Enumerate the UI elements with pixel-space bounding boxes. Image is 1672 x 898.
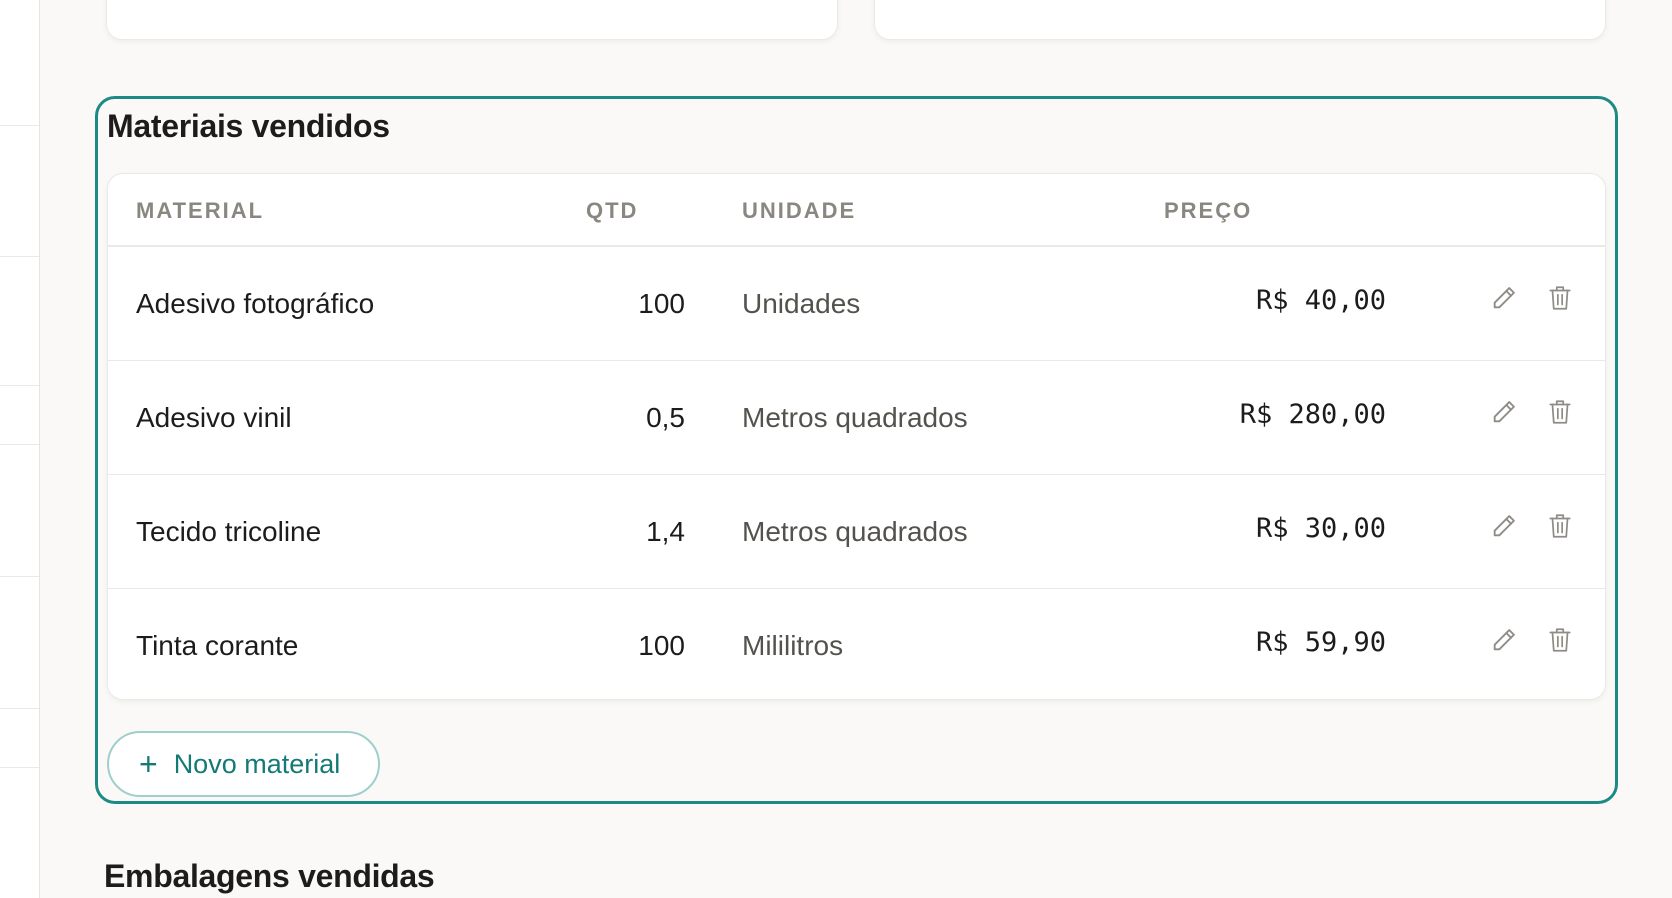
material-price: R$ 40,00 <box>1255 285 1386 316</box>
table-header: MATERIAL QTD UNIDADE PREÇO <box>108 174 1605 247</box>
column-header-unidade: UNIDADE <box>742 198 857 223</box>
sidebar-divider <box>0 444 39 445</box>
pencil-icon[interactable] <box>1487 623 1521 657</box>
column-header-material: MATERIAL <box>136 198 265 223</box>
sidebar-divider <box>0 708 39 709</box>
trash-icon[interactable] <box>1543 509 1577 543</box>
trash-icon[interactable] <box>1543 623 1577 657</box>
pencil-icon[interactable] <box>1487 281 1521 315</box>
material-unit: Mililitros <box>742 630 844 661</box>
column-header-preco: PREÇO <box>1164 198 1253 223</box>
table-row: Tecido tricoline 1,4 Metros quadrados R$… <box>108 475 1605 589</box>
packaging-section-title: Embalagens vendidas <box>104 858 435 894</box>
material-price: R$ 30,00 <box>1255 513 1386 544</box>
material-name: Tinta corante <box>136 630 299 661</box>
materials-table: MATERIAL QTD UNIDADE PREÇO Adesivo fotog… <box>107 173 1606 700</box>
table-row: Adesivo vinil 0,5 Metros quadrados R$ 28… <box>108 361 1605 475</box>
add-material-label: Novo material <box>173 748 341 779</box>
sidebar-divider <box>0 767 39 768</box>
material-price: R$ 280,00 <box>1239 399 1386 430</box>
sidebar-divider <box>0 576 39 577</box>
trash-icon[interactable] <box>1543 395 1577 429</box>
material-name: Adesivo vinil <box>136 402 292 433</box>
plus-icon: + <box>139 746 158 782</box>
pencil-icon[interactable] <box>1487 509 1521 543</box>
material-name: Adesivo fotográfico <box>136 288 375 319</box>
material-quantity: 1,4 <box>646 516 685 547</box>
materials-section: Materiais vendidos MATERIAL QTD UNIDADE … <box>95 96 1618 804</box>
summary-card <box>106 0 838 40</box>
material-unit: Metros quadrados <box>742 516 968 547</box>
page: Materiais vendidos MATERIAL QTD UNIDADE … <box>0 0 1672 898</box>
pencil-icon[interactable] <box>1487 395 1521 429</box>
material-quantity: 100 <box>638 288 685 319</box>
sidebar-divider <box>0 385 39 386</box>
material-unit: Metros quadrados <box>742 402 968 433</box>
material-unit: Unidades <box>742 288 861 319</box>
table-row: Adesivo fotográfico 100 Unidades R$ 40,0… <box>108 247 1605 361</box>
add-material-button[interactable]: + Novo material <box>107 731 380 797</box>
material-quantity: 0,5 <box>646 402 685 433</box>
material-name: Tecido tricoline <box>136 516 322 547</box>
trash-icon[interactable] <box>1543 281 1577 315</box>
material-quantity: 100 <box>638 630 685 661</box>
column-header-qtd: QTD <box>586 198 639 223</box>
table-row: Tinta corante 100 Mililitros R$ 59,90 <box>108 589 1605 699</box>
material-price: R$ 59,90 <box>1255 627 1386 658</box>
summary-card <box>874 0 1606 40</box>
sidebar-divider <box>0 256 39 257</box>
section-title: Materiais vendidos <box>107 108 390 144</box>
sidebar <box>0 0 40 898</box>
sidebar-divider <box>0 125 39 126</box>
